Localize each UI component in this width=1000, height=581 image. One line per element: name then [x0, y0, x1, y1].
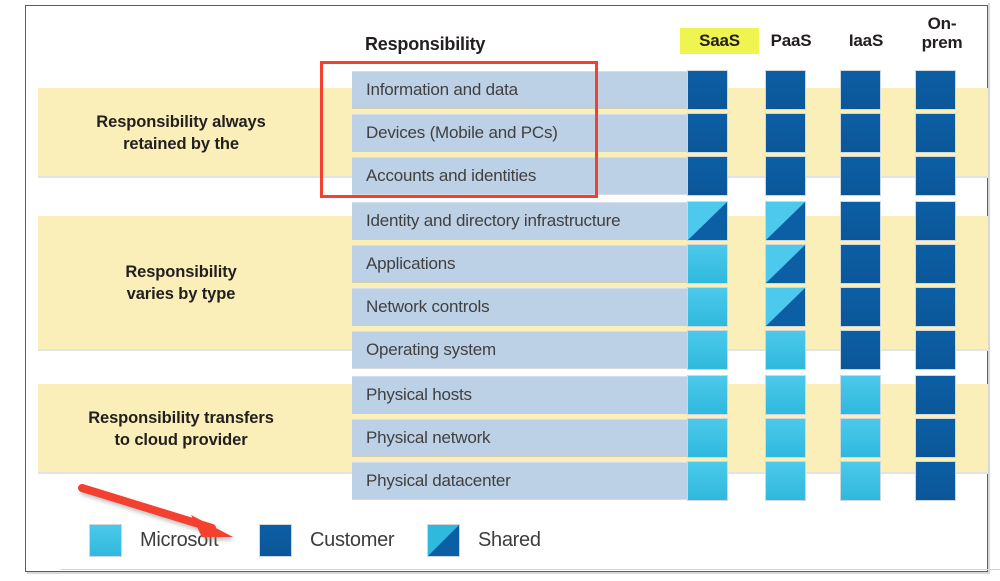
- column-header-saas: SaaS: [680, 28, 759, 55]
- matrix-cell-physical-datacenter-saas[interactable]: [687, 461, 728, 501]
- table-row[interactable]: Physical hosts: [352, 376, 695, 413]
- matrix-cell-physical-network-iaas[interactable]: [840, 418, 881, 458]
- legend-label-customer: Customer: [310, 529, 395, 551]
- matrix-cell-physical-hosts-iaas[interactable]: [840, 375, 881, 415]
- row-label: Network controls: [366, 297, 490, 316]
- column-header-saas-label: SaaS: [699, 31, 740, 50]
- matrix-cell-information-and-data-onprem[interactable]: [915, 70, 956, 110]
- table-row[interactable]: Network controls: [352, 288, 695, 325]
- row-label: Accounts and identities: [366, 166, 537, 185]
- matrix-cell-physical-network-paas[interactable]: [765, 418, 806, 458]
- matrix-cell-applications-paas[interactable]: [765, 244, 806, 284]
- legend-swatch-shared-icon: [427, 524, 460, 557]
- matrix-cell-applications-iaas[interactable]: [840, 244, 881, 284]
- group-label-always-retained: Responsibility always retained by the: [38, 111, 324, 156]
- diagram-frame: Responsibility always retained by the Re…: [25, 3, 1000, 574]
- matrix-cell-physical-hosts-saas[interactable]: [687, 375, 728, 415]
- group-label-line1: Responsibility: [125, 263, 237, 281]
- matrix-cell-physical-datacenter-paas[interactable]: [765, 461, 806, 501]
- matrix-cell-physical-datacenter-onprem[interactable]: [915, 461, 956, 501]
- table-row[interactable]: Information and data: [352, 71, 695, 108]
- matrix-cell-applications-onprem[interactable]: [915, 244, 956, 284]
- column-header-paas: PaaS: [756, 31, 826, 50]
- group-label-line1: Responsibility always: [96, 113, 266, 131]
- matrix-cell-operating-system-iaas[interactable]: [840, 330, 881, 370]
- matrix-cell-information-and-data-iaas[interactable]: [840, 70, 881, 110]
- matrix-cell-physical-network-onprem[interactable]: [915, 418, 956, 458]
- group-label-line1: Responsibility transfers: [88, 409, 274, 427]
- legend-item-microsoft: Microsoft: [89, 518, 219, 563]
- matrix-cell-operating-system-onprem[interactable]: [915, 330, 956, 370]
- column-header-iaas: IaaS: [831, 31, 901, 50]
- column-header-onprem-line1: On-: [927, 14, 957, 33]
- matrix-cell-network-controls-saas[interactable]: [687, 287, 728, 327]
- matrix-cell-devices-mobile-and-pcs-paas[interactable]: [765, 113, 806, 153]
- matrix-cell-identity-and-directory-infrastructure-onprem[interactable]: [915, 201, 956, 241]
- row-label: Physical hosts: [366, 385, 472, 404]
- table-row[interactable]: Operating system: [352, 331, 695, 368]
- matrix-cell-devices-mobile-and-pcs-saas[interactable]: [687, 113, 728, 153]
- legend-item-customer: Customer: [259, 518, 395, 563]
- matrix-cell-network-controls-iaas[interactable]: [840, 287, 881, 327]
- matrix-cell-accounts-and-identities-saas[interactable]: [687, 156, 728, 196]
- matrix-cell-identity-and-directory-infrastructure-iaas[interactable]: [840, 201, 881, 241]
- matrix-cell-devices-mobile-and-pcs-iaas[interactable]: [840, 113, 881, 153]
- table-row[interactable]: Identity and directory infrastructure: [352, 202, 695, 239]
- legend-item-shared: Shared: [427, 518, 541, 563]
- table-row[interactable]: Applications: [352, 245, 695, 282]
- row-label: Operating system: [366, 340, 497, 359]
- table-row[interactable]: Physical network: [352, 419, 695, 456]
- row-label: Applications: [366, 254, 456, 273]
- row-label: Devices (Mobile and PCs): [366, 123, 558, 142]
- legend-label-microsoft: Microsoft: [140, 529, 219, 551]
- table-row[interactable]: Devices (Mobile and PCs): [352, 114, 695, 151]
- matrix-cell-accounts-and-identities-iaas[interactable]: [840, 156, 881, 196]
- matrix-cell-accounts-and-identities-onprem[interactable]: [915, 156, 956, 196]
- matrix-cell-network-controls-paas[interactable]: [765, 287, 806, 327]
- row-label: Information and data: [366, 80, 518, 99]
- table-row[interactable]: Accounts and identities: [352, 157, 695, 194]
- matrix-cell-identity-and-directory-infrastructure-paas[interactable]: [765, 201, 806, 241]
- legend: Microsoft Customer Shared: [89, 518, 589, 566]
- matrix-cell-physical-hosts-onprem[interactable]: [915, 375, 956, 415]
- matrix-cell-applications-saas[interactable]: [687, 244, 728, 284]
- row-label: Physical network: [366, 428, 491, 447]
- row-label: Identity and directory infrastructure: [366, 211, 621, 230]
- group-label-line2: retained by the: [123, 135, 239, 154]
- group-label-line2: varies by type: [126, 285, 236, 304]
- table-row[interactable]: Physical datacenter: [352, 462, 695, 499]
- column-header-paas-label: PaaS: [770, 31, 812, 50]
- matrix-cell-network-controls-onprem[interactable]: [915, 287, 956, 327]
- matrix-cell-information-and-data-saas[interactable]: [687, 70, 728, 110]
- column-header-onprem: On- prem: [906, 14, 978, 52]
- matrix-cell-accounts-and-identities-paas[interactable]: [765, 156, 806, 196]
- column-header-iaas-label: IaaS: [848, 31, 884, 50]
- responsibility-column-header: Responsibility: [365, 34, 486, 54]
- matrix-cell-operating-system-saas[interactable]: [687, 330, 728, 370]
- matrix-cell-physical-hosts-paas[interactable]: [765, 375, 806, 415]
- column-header-onprem-line2: prem: [921, 33, 963, 53]
- matrix-cell-physical-datacenter-iaas[interactable]: [840, 461, 881, 501]
- matrix-cell-information-and-data-paas[interactable]: [765, 70, 806, 110]
- legend-swatch-customer-icon: [259, 524, 292, 557]
- group-label-transfers-to-provider: Responsibility transfers to cloud provid…: [38, 407, 324, 452]
- matrix-cell-physical-network-saas[interactable]: [687, 418, 728, 458]
- legend-label-shared: Shared: [478, 529, 541, 551]
- legend-divider: [61, 569, 1000, 570]
- group-label-varies-by-type: Responsibility varies by type: [38, 261, 324, 306]
- row-label: Physical datacenter: [366, 471, 511, 490]
- matrix-cell-devices-mobile-and-pcs-onprem[interactable]: [915, 113, 956, 153]
- matrix-cell-operating-system-paas[interactable]: [765, 330, 806, 370]
- legend-swatch-microsoft-icon: [89, 524, 122, 557]
- group-label-line2: to cloud provider: [114, 431, 248, 450]
- matrix-cell-identity-and-directory-infrastructure-saas[interactable]: [687, 201, 728, 241]
